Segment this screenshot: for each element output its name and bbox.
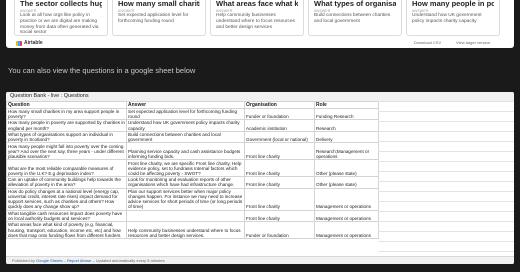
- caption-text: You can also view the questions in a goo…: [8, 66, 196, 75]
- card-title: How many people in pover...: [412, 0, 494, 8]
- footer-prefix: Published by: [12, 258, 35, 263]
- organisation-cell: Front line charity: [244, 159, 315, 178]
- card-title: The sector collects huge a...: [20, 0, 102, 8]
- role-cell: Delivery: [314, 130, 379, 144]
- role-cell: Management or operations: [314, 221, 379, 240]
- answer-cell: Planning service capacity and cash assis…: [126, 142, 245, 161]
- airtable-card[interactable]: How many people in pover... ANSWER Under…: [406, 0, 500, 36]
- answer-cell: Look for monitoring and evaluation repor…: [126, 176, 245, 189]
- card-title: How many small charities ...: [118, 0, 200, 8]
- airtable-card[interactable]: What areas face what kin... ANSWER Help …: [210, 0, 304, 36]
- answer-cell: Understand how UK government policy impa…: [126, 119, 245, 132]
- question-cell: How do policy changes at a national leve…: [6, 187, 127, 211]
- role-cell: Other (please state): [314, 159, 379, 178]
- table-row: How many people in poverty are supported…: [6, 119, 379, 132]
- answer-cell: Build connections between charities and …: [126, 130, 245, 144]
- answer-cell: Set expected application level for forth…: [126, 107, 245, 121]
- table-row: How do policy changes at a national leve…: [6, 187, 379, 211]
- role-cell: Research;Management or operations: [314, 142, 379, 161]
- table-row: Can an uptake of community buildings hel…: [6, 176, 379, 189]
- column-header: Role: [314, 101, 379, 109]
- airtable-cards: The sector collects huge a... ANSWER Loo…: [6, 0, 514, 38]
- column-header: Question: [6, 101, 127, 109]
- sheet-header-row: Question Answer Organisation Role: [6, 101, 379, 109]
- view-larger-button[interactable]: View larger version: [456, 40, 490, 45]
- question-cell: What are the most reliable comparable me…: [6, 159, 127, 178]
- sheet-title: Question Bank - live : Questions: [10, 93, 89, 99]
- answer-cell: Plan our support services better when ma…: [126, 187, 245, 211]
- answer-cell: [126, 209, 245, 223]
- airtable-logo[interactable]: Airtable: [16, 40, 43, 46]
- sheet-table: Question Answer Organisation Role How ma…: [6, 101, 379, 240]
- organisation-cell: Funder or foundation: [244, 221, 315, 240]
- role-cell: Research: [314, 119, 379, 132]
- card-text: Understand how UK government policy impa…: [412, 13, 482, 24]
- question-cell: How many people in poverty are supported…: [6, 119, 127, 132]
- table-row: What tangible cash resources impact does…: [6, 209, 379, 223]
- download-csv-button[interactable]: Download CSV: [414, 40, 441, 45]
- sheet-footer: Published by Google Sheets – Report Abus…: [6, 256, 514, 264]
- airtable-brand: Airtable: [24, 40, 43, 46]
- role-cell: Management or operations: [314, 209, 379, 223]
- question-cell: What tangible cash resources impact does…: [6, 209, 127, 223]
- question-cell: What types of organisations support an i…: [6, 130, 127, 144]
- table-row: How many people might fall into poverty …: [6, 142, 379, 161]
- organisation-cell: Front line charity: [244, 176, 315, 189]
- footer-suffix: – Updated automatically every 5 minutes: [92, 258, 165, 263]
- question-cell: What areas face what kind of poverty (e.…: [6, 221, 127, 240]
- airtable-footer: Airtable Download CSV View larger versio…: [6, 38, 514, 48]
- airtable-logo-icon: [16, 40, 22, 46]
- footer-separator: –: [63, 258, 66, 263]
- airtable-embed: The sector collects huge a... ANSWER Loo…: [6, 0, 514, 48]
- role-cell: Funding Research: [314, 107, 379, 121]
- airtable-card[interactable]: What types of organisatio... ANSWER Buil…: [308, 0, 402, 36]
- card-text: Look at all how orgs like policy in prac…: [20, 13, 99, 36]
- card-text: Set expected application level for forth…: [118, 13, 189, 24]
- card-text: Help community businesses understand whe…: [216, 13, 295, 30]
- table-row: What are the most reliable comparable me…: [6, 159, 379, 178]
- organisation-cell: Academic institution: [244, 119, 315, 132]
- column-header: Organisation: [244, 101, 315, 109]
- sheet-empty-grid: [378, 101, 514, 256]
- organisation-cell: Funder or foundation: [244, 107, 315, 121]
- organisation-cell: Front line charity: [244, 209, 315, 223]
- question-cell: Can an uptake of community buildings hel…: [6, 176, 127, 189]
- google-sheets-link[interactable]: Google Sheets: [36, 258, 62, 263]
- card-title: What areas face what kin...: [216, 0, 298, 8]
- question-cell: How many small charities in my area supp…: [6, 107, 127, 121]
- question-cell: How many people might fall into poverty …: [6, 142, 127, 161]
- organisation-cell: Front line charity: [244, 187, 315, 211]
- organisation-cell: Front line charity: [244, 142, 315, 161]
- role-cell: Management or operations: [314, 187, 379, 211]
- card-title: What types of organisatio...: [314, 0, 396, 8]
- table-row: What types of organisations support an i…: [6, 130, 379, 144]
- google-sheet-embed: Question Bank - live : Questions Questio…: [6, 92, 514, 264]
- answer-cell: Help community businesses understand whe…: [126, 221, 245, 240]
- organisation-cell: Government (local or national): [244, 130, 315, 144]
- answer-cell: Front line charity, we are specific Fron…: [126, 159, 245, 178]
- airtable-card[interactable]: How many small charities ... ANSWER Set …: [112, 0, 206, 36]
- report-abuse-link[interactable]: Report Abuse: [67, 258, 91, 263]
- card-text: Build connections between charities and …: [314, 13, 391, 24]
- airtable-card[interactable]: The sector collects huge a... ANSWER Loo…: [14, 0, 108, 36]
- column-header: Answer: [126, 101, 245, 109]
- role-cell: Other (please state): [314, 176, 379, 189]
- table-row: What areas face what kind of poverty (e.…: [6, 221, 379, 240]
- table-row: How many small charities in my area supp…: [6, 107, 379, 121]
